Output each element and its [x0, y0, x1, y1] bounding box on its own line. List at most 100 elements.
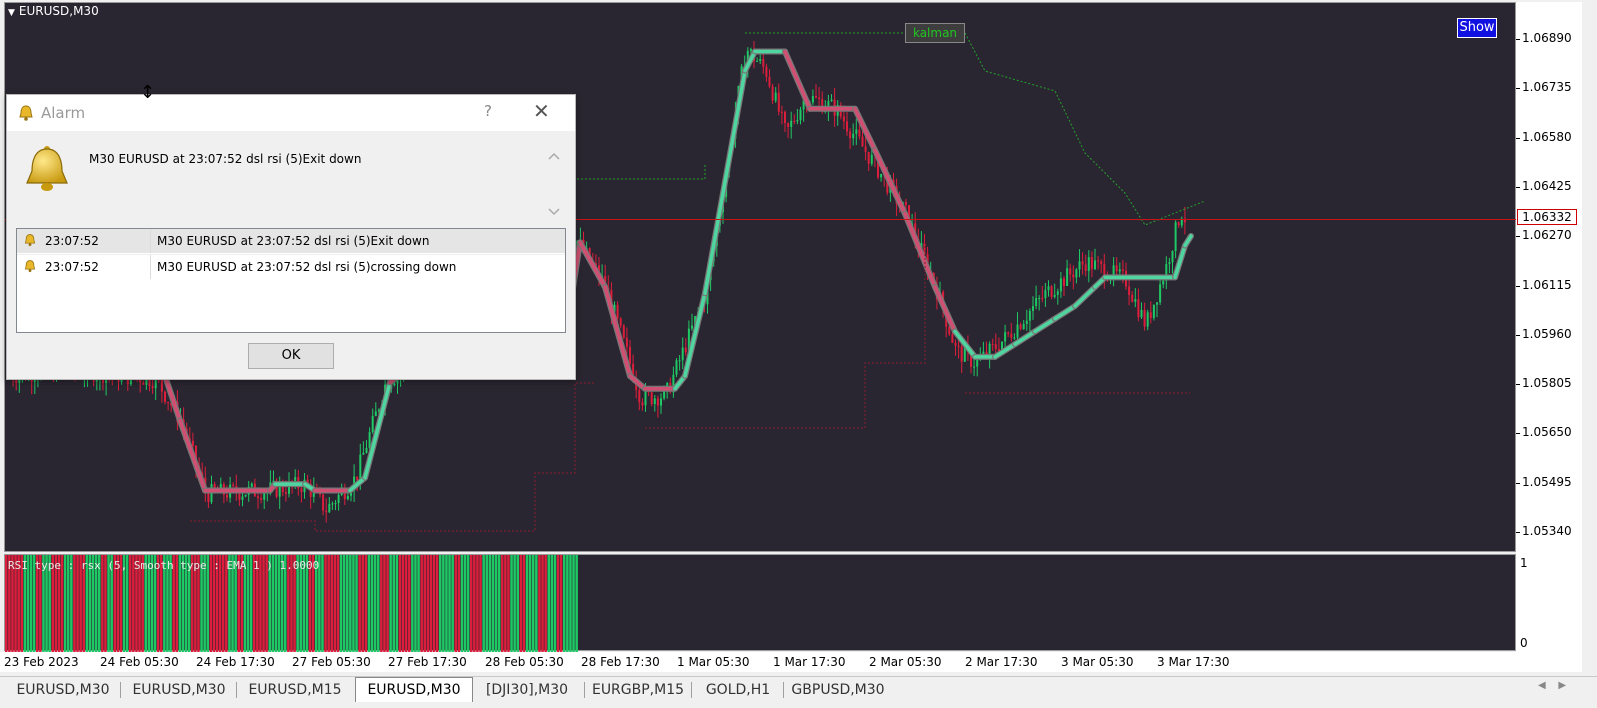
- time-tick-label: 23 Feb 2023: [4, 655, 79, 669]
- candle-body: [1149, 312, 1152, 318]
- chart-tab[interactable]: EURUSD,M30: [122, 680, 236, 700]
- dsl-line: [578, 240, 607, 289]
- alarm-titlebar[interactable]: Alarm ? ✕: [7, 95, 575, 131]
- rsi-bar: [513, 555, 516, 652]
- time-axis: 23 Feb 2023 24 Feb 05:30 24 Feb 17:30 27 Fe…: [0, 652, 1582, 672]
- chart-tab[interactable]: EURGBP,M15: [585, 680, 691, 700]
- rsi-bar: [330, 555, 333, 652]
- rsi-bar: [575, 555, 578, 652]
- price-tick-label: 1.06735: [1522, 80, 1572, 95]
- tab-left-icon[interactable]: ◀: [1538, 680, 1546, 691]
- rsi-bar: [572, 555, 575, 652]
- list-item[interactable]: 23:07:52 M30 EURUSD at 23:07:52 dsl rsi …: [17, 254, 565, 279]
- rsi-bar: [401, 555, 405, 652]
- candle-body: [151, 385, 154, 389]
- rsi-bar: [448, 555, 451, 652]
- candle-body: [799, 109, 802, 121]
- message-scrollbar[interactable]: [545, 145, 563, 223]
- kalman-label[interactable]: kalman: [905, 23, 965, 43]
- price-tick-label: 1.05340: [1522, 524, 1572, 538]
- candle-body: [164, 391, 166, 402]
- candle-body: [1050, 286, 1053, 297]
- price-tick-mark: [1516, 334, 1520, 336]
- rsi-bar: [336, 555, 340, 652]
- help-button[interactable]: ?: [484, 102, 492, 120]
- rsi-bar: [383, 555, 386, 652]
- chart-tab[interactable]: EURUSD,M30: [355, 677, 473, 702]
- dsl-line: [363, 380, 392, 480]
- rsi-bar: [386, 555, 389, 652]
- chart-tab[interactable]: GOLD,H1: [693, 680, 783, 700]
- candle-body: [864, 146, 867, 152]
- candle-body: [226, 494, 228, 498]
- alarm-list[interactable]: 23:07:52 M30 EURUSD at 23:07:52 dsl rsi …: [16, 228, 566, 333]
- rsi-bar: [569, 555, 572, 652]
- time-tick-label: 3 Mar 17:30: [1157, 655, 1230, 669]
- rsi-bar: [333, 555, 337, 652]
- candle-body: [749, 48, 752, 51]
- candle-body: [142, 382, 145, 385]
- candle-body: [368, 432, 371, 448]
- entry-message: M30 EURUSD at 23:07:52 dsl rsi (5)Exit d…: [157, 234, 430, 248]
- candle-body: [167, 401, 170, 403]
- vertical-scrollbar[interactable]: [1582, 2, 1597, 652]
- candle-body: [858, 129, 861, 137]
- candle-body: [762, 59, 765, 67]
- price-tick-label: 1.06580: [1522, 129, 1572, 144]
- dsl-line: [783, 49, 812, 111]
- list-item[interactable]: 23:07:52 M30 EURUSD at 23:07:52 dsl rsi …: [17, 229, 565, 253]
- rsi-bar: [349, 555, 352, 652]
- close-icon[interactable]: ✕: [533, 99, 550, 123]
- collapse-triangle-icon[interactable]: ▼: [8, 8, 15, 18]
- candle-body: [371, 416, 374, 433]
- ok-button[interactable]: OK: [248, 343, 334, 369]
- show-button[interactable]: Show: [1457, 18, 1497, 38]
- candle-body: [300, 488, 303, 493]
- rsi-bar: [339, 555, 343, 652]
- candle-body: [1010, 333, 1013, 338]
- rsi-bar: [426, 555, 430, 652]
- rsi-bar: [361, 555, 364, 652]
- rsi-bar: [488, 555, 492, 652]
- support-level: [190, 382, 595, 532]
- chart-tab[interactable]: [DJI30],M30: [470, 680, 584, 700]
- tab-scroll-arrows[interactable]: ◀ ▶: [1538, 680, 1566, 691]
- candle-body: [263, 493, 266, 500]
- candle-body: [1022, 324, 1025, 330]
- candle-body: [830, 99, 833, 102]
- rsi-bar: [501, 555, 504, 652]
- rsi-bar: [556, 555, 560, 652]
- candle-body: [207, 492, 210, 503]
- tab-right-icon[interactable]: ▶: [1558, 680, 1566, 691]
- bell-icon: [24, 234, 36, 247]
- candle-body: [684, 347, 687, 353]
- candle-body: [815, 96, 817, 98]
- rsi-bar: [411, 555, 414, 652]
- candle-body: [244, 494, 247, 497]
- candle-body: [33, 380, 36, 382]
- candle-body: [1087, 257, 1090, 271]
- chart-tab[interactable]: EURUSD,M15: [238, 680, 352, 700]
- scroll-arrows-icon[interactable]: [545, 145, 563, 223]
- rsi-bar: [352, 555, 355, 652]
- rsi-bar: [420, 555, 423, 652]
- candle-body: [1121, 269, 1124, 271]
- dsl-line: [903, 212, 937, 289]
- candle-body: [852, 133, 855, 139]
- rsi-bar: [423, 555, 426, 652]
- candle-body: [1137, 299, 1140, 318]
- rsi-indicator-label: RSI type : rsx (5, Smooth type : EMA 1 )…: [8, 559, 320, 572]
- rsi-bar: [463, 555, 467, 652]
- candle-body: [241, 496, 244, 500]
- rsi-bar: [541, 555, 544, 652]
- rsi-bar: [544, 555, 547, 652]
- rsi-bar: [550, 555, 554, 652]
- rsi-bar: [504, 555, 507, 652]
- price-tick-label: 1.05650: [1522, 425, 1572, 440]
- candle-body: [616, 304, 619, 319]
- candle-body: [1162, 280, 1165, 285]
- candle-body: [641, 402, 644, 406]
- chart-tab[interactable]: EURUSD,M30: [6, 680, 120, 700]
- chart-tab[interactable]: GBPUSD,M30: [784, 680, 892, 700]
- candle-body: [337, 494, 340, 504]
